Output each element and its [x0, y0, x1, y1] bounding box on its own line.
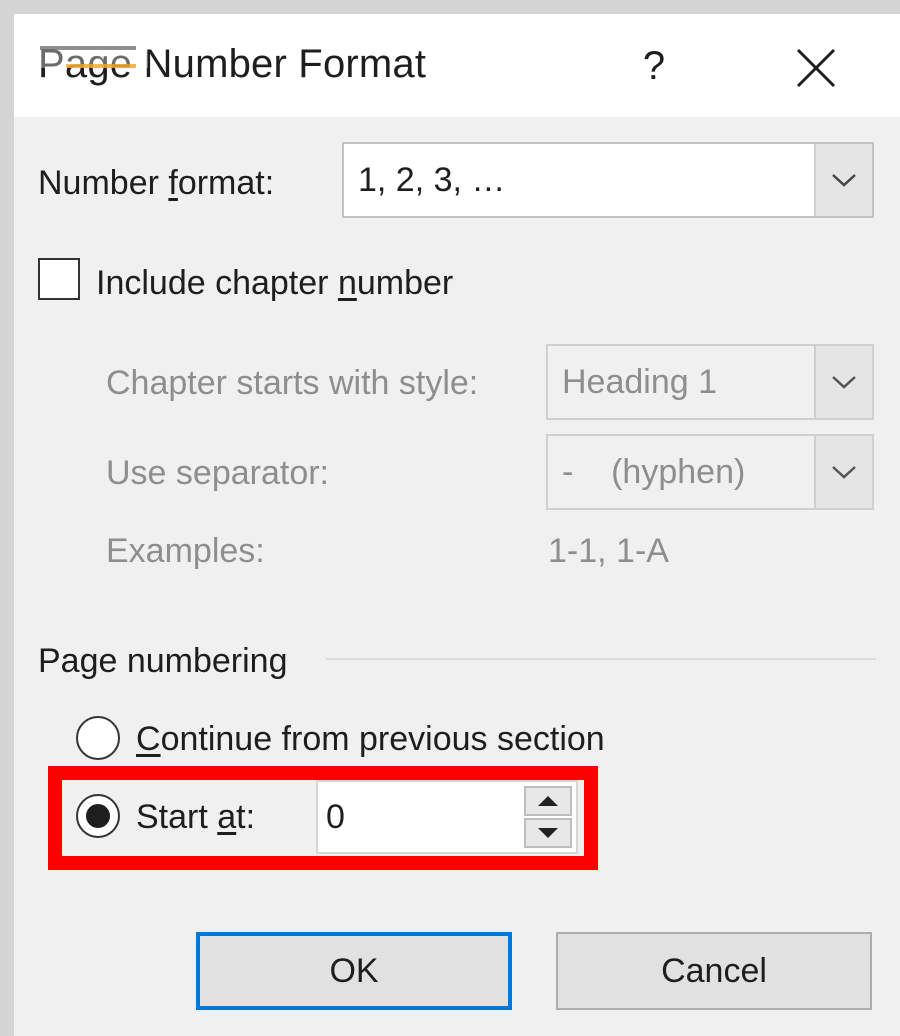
- include-chapter-number-label[interactable]: Include chapter number: [96, 264, 453, 303]
- continue-from-previous-radio[interactable]: [76, 716, 120, 760]
- radio-selected-dot: [86, 804, 110, 828]
- number-format-dropdown-button[interactable]: [814, 144, 872, 216]
- chapter-style-label: Chapter starts with style:: [106, 364, 479, 402]
- spin-up-icon: [538, 796, 558, 806]
- cancel-button[interactable]: Cancel: [556, 932, 872, 1010]
- separator-dropdown[interactable]: - (hyphen): [546, 434, 874, 510]
- close-button[interactable]: [784, 36, 848, 100]
- include-chapter-number-checkbox[interactable]: [38, 258, 80, 300]
- separator-value: - (hyphen): [562, 453, 746, 491]
- separator-label: Use separator:: [106, 454, 329, 492]
- chapter-style-value: Heading 1: [562, 363, 718, 401]
- start-at-label[interactable]: Start at:: [136, 798, 255, 837]
- chapter-style-dropdown[interactable]: Heading 1: [546, 344, 874, 420]
- chevron-down-icon: [832, 466, 856, 479]
- chevron-down-icon: [832, 376, 856, 389]
- continue-from-previous-label[interactable]: Continue from previous section: [136, 720, 605, 759]
- start-at-radio[interactable]: [76, 794, 120, 838]
- start-at-spinner[interactable]: 0: [316, 780, 578, 854]
- number-format-label: Number format:: [38, 164, 275, 202]
- dialog-title: Page Number Format: [38, 42, 427, 86]
- number-format-value: 1, 2, 3, …: [358, 161, 506, 199]
- page-numbering-group-label: Page numbering: [38, 642, 288, 680]
- close-icon: [796, 48, 836, 88]
- number-format-dropdown[interactable]: 1, 2, 3, …: [342, 142, 874, 218]
- chevron-down-icon: [832, 174, 856, 187]
- spin-up-button[interactable]: [524, 786, 572, 816]
- examples-value: 1-1, 1-A: [548, 532, 669, 570]
- title-bar: Page Number Format ?: [14, 14, 900, 117]
- chapter-style-dropdown-button[interactable]: [814, 346, 872, 418]
- spin-down-icon: [538, 828, 558, 838]
- spin-down-button[interactable]: [524, 818, 572, 848]
- help-button[interactable]: ?: [624, 36, 684, 96]
- start-at-input[interactable]: 0: [326, 782, 345, 852]
- group-divider: [326, 658, 876, 660]
- separator-dropdown-button[interactable]: [814, 436, 872, 508]
- ok-button[interactable]: OK: [196, 932, 512, 1010]
- page-number-format-dialog: Page Number Format ? Number format: 1, 2…: [14, 14, 900, 1036]
- examples-label: Examples:: [106, 532, 265, 570]
